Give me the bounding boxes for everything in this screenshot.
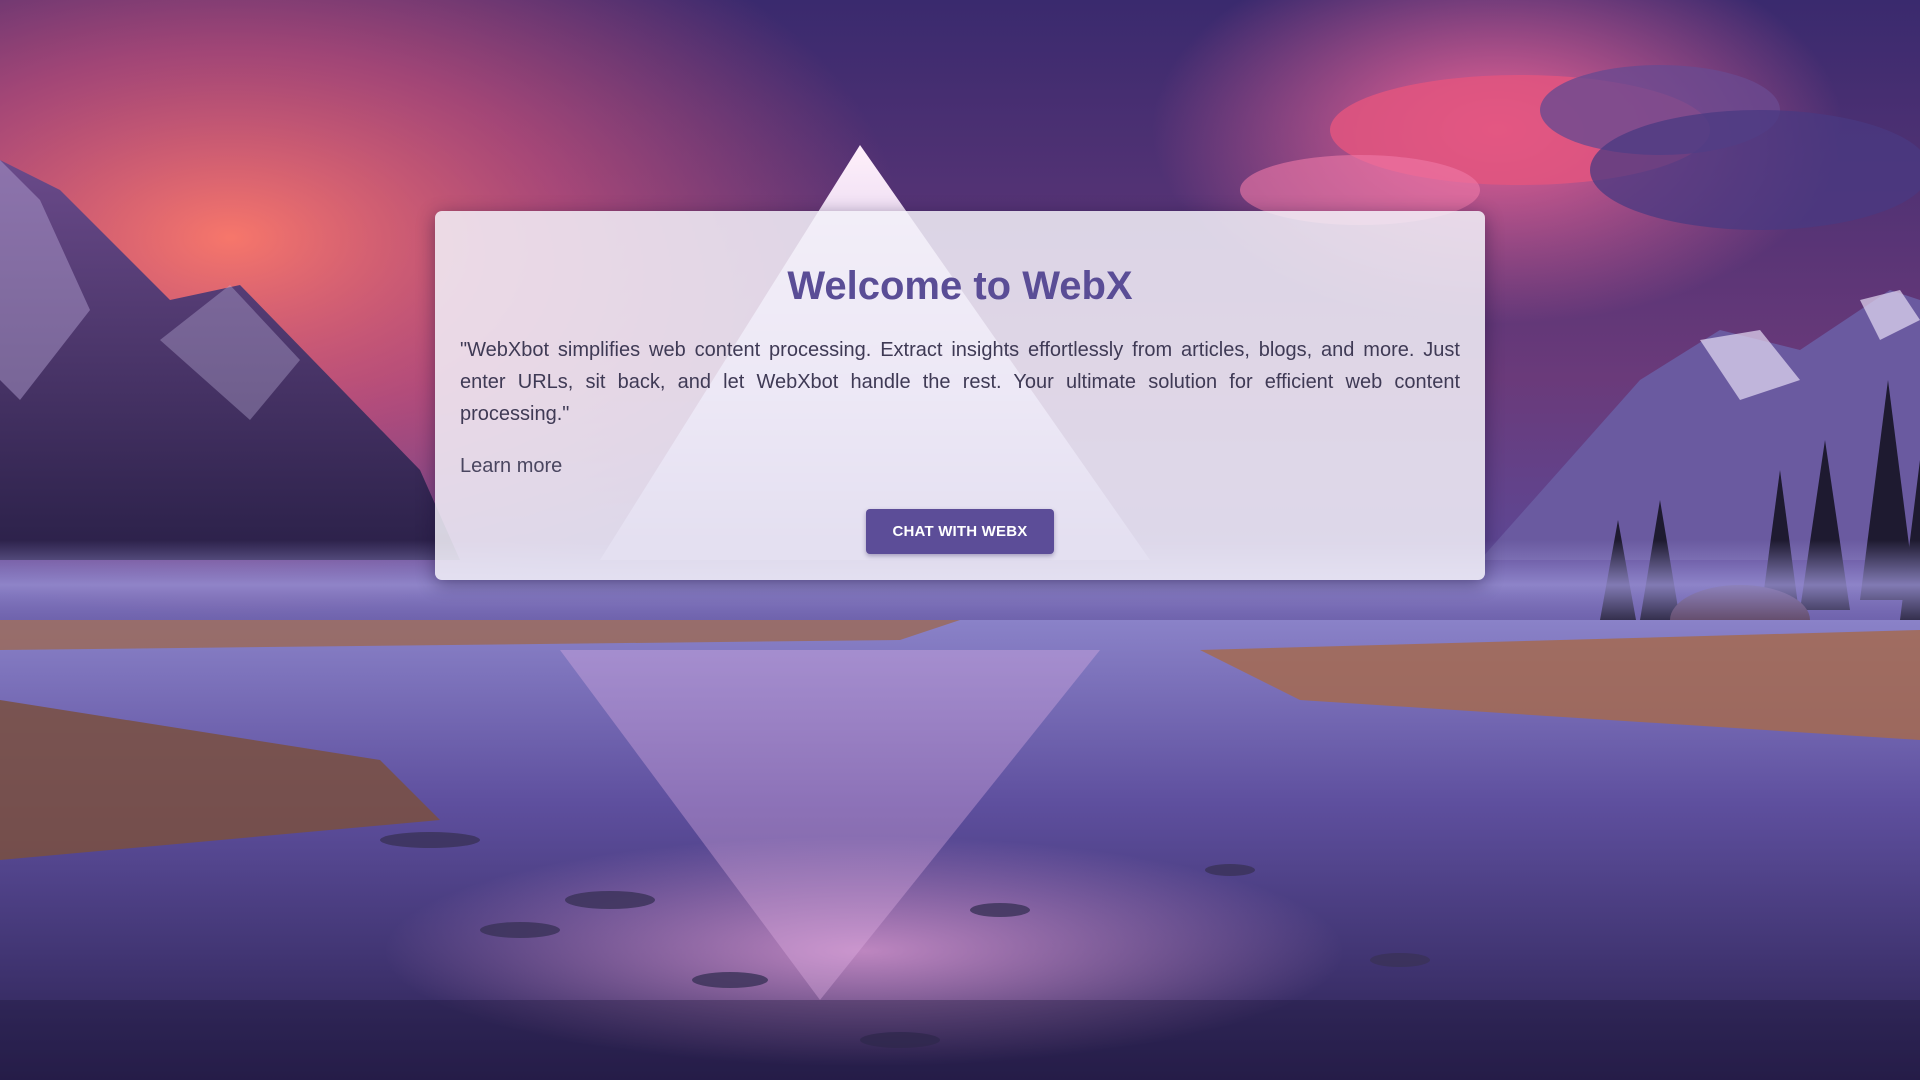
cta-row: CHAT WITH WEBX (460, 509, 1460, 554)
welcome-card: Welcome to WebX "WebXbot simplifies web … (435, 211, 1485, 580)
learn-more-link[interactable]: Learn more (460, 454, 562, 478)
chat-with-webx-button[interactable]: CHAT WITH WEBX (866, 509, 1054, 554)
welcome-title: Welcome to WebX (787, 264, 1133, 308)
welcome-description: "WebXbot simplifies web content processi… (460, 339, 1460, 425)
